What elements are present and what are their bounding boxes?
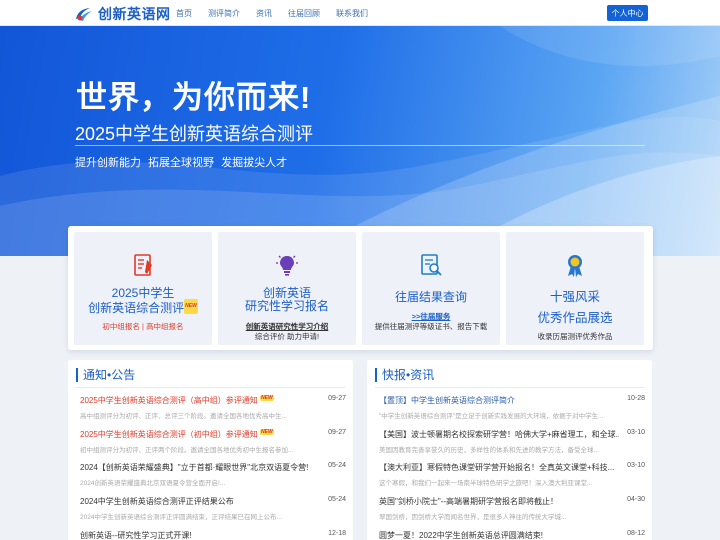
news-title: 2025中学生创新英语综合测评（初中组）参评通知 NEW [80, 429, 274, 439]
panel-divider [375, 387, 644, 388]
panel-divider [76, 387, 345, 388]
new-badge: NEW [184, 299, 198, 314]
card-top-ten[interactable]: 十强风采 优秀作品展选 收录历届测评优秀作品 [506, 232, 644, 345]
news-title: 圆梦一夏！2022中学生创新英语总评圆满结束! [379, 531, 544, 540]
news-date: 08-12 [627, 530, 645, 537]
news-date: 05-24 [328, 496, 346, 503]
news-date: 10-28 [627, 395, 645, 402]
nav-intro[interactable]: 测评简介 [208, 8, 240, 19]
card-2025-test[interactable]: 2025中学生 创新英语综合测评NEW 初中组报名 | 高中组报名 [74, 232, 212, 345]
news-date: 09-27 [328, 395, 346, 402]
top-header: 创新英语网 首页 测评简介 资讯 往届回顾 联系我们 个人中心 [0, 0, 720, 26]
news-title: 【美国】波士顿暑期名校探索研学营！哈佛大学+麻省理工，和全球... [379, 430, 619, 439]
certificate-icon [130, 252, 156, 278]
list-item[interactable]: 创新英语--研究性学习正式开课! 12-18 [80, 530, 346, 540]
medal-icon [562, 252, 588, 278]
lightbulb-icon [274, 252, 300, 278]
news-date: 05-24 [328, 462, 346, 469]
news-summary: 2024中学生创新英语综合测评正评圆满结束，正评结果已在网上公布... [80, 514, 282, 521]
news-title: 2025中学生创新英语综合测评（高中组）参评通知 NEW [80, 395, 274, 405]
nav-review[interactable]: 往届回顾 [288, 8, 320, 19]
hero-banner: 世界，为你而来! 2025中学生创新英语综合测评 提升创新能力 拓展全球视野 发… [0, 26, 720, 256]
list-item[interactable]: 【美国】波士顿暑期名校探索研学营！哈佛大学+麻省理工，和全球... 03-10 … [379, 429, 645, 454]
news-date: 03-10 [627, 429, 645, 436]
banner-subtitle: 2025中学生创新英语综合测评 [75, 124, 314, 144]
link-separator: | [142, 322, 144, 331]
list-item[interactable]: 2025中学生创新英语综合测评（高中组）参评通知 NEW 09-27 高中组测评… [80, 395, 346, 420]
news-title: 【置顶】中学生创新英语综合测评简介 [379, 396, 515, 405]
nav-contact[interactable]: 联系我们 [336, 8, 368, 19]
news-title: 【澳大利亚】寒假特色课堂研学营开始报名！全真英文课堂+科技... [379, 463, 615, 472]
card-title-line2: 研究性学习报名 [244, 299, 329, 313]
new-badge: NEW [260, 429, 274, 436]
news-title: 2024【创新英语荣耀盛典】"立于首都·耀眼世界"北京双语夏令营! [80, 463, 309, 472]
user-center-button[interactable]: 个人中心 [607, 5, 648, 21]
news-summary: 美国因教育完善享誉久的历史，多样性的体系和先进的教学方法，备受全球... [379, 447, 599, 454]
site-logo[interactable]: 创新英语网 [74, 4, 171, 24]
card-title-line1: 十强风采 [549, 290, 600, 304]
notice-panel: 通知•公告 2025中学生创新英语综合测评（高中组）参评通知 NEW 09-27… [68, 360, 353, 540]
news-summary: 2024创新英语荣耀盛典北京双语夏令营全面开启!... [80, 480, 226, 487]
card-desc: 收录历届测评优秀作品 [537, 332, 613, 341]
banner-tagline: 提升创新能力 拓展全球视野 发掘拔尖人才 [75, 157, 288, 169]
card-past-results[interactable]: 往届结果查询 >>往届服务 提供往届测评等级证书、报告下载 [362, 232, 500, 345]
news-summary: 初中组测评分为初评、正评两个阶段。邀请全国各地优秀初中生报名参加... [80, 447, 294, 454]
news-date: 04-30 [627, 496, 645, 503]
news-date: 03-10 [627, 462, 645, 469]
nav-news[interactable]: 资讯 [256, 8, 272, 19]
news-summary: 高中组测评分为初评、正评、总评三个阶段。邀请全国各地优秀高中生... [80, 413, 287, 420]
news-date: 12-18 [328, 530, 346, 537]
card-desc: 综合评价 助力申请! [254, 332, 320, 341]
list-item[interactable]: 英国"剑桥小院士"--高端暑期研学营报名即将截止！ 04-30 翠国剑桥，因剑桥… [379, 496, 645, 521]
nav-home[interactable]: 首页 [176, 8, 192, 19]
card-desc: 提供往届测评等级证书、报告下载 [374, 322, 488, 331]
senior-signup-link[interactable]: 高中组报名 [146, 322, 184, 331]
list-item[interactable]: 2024中学生创新英语综合测评正评结果公布 05-24 2024中学生创新英语综… [80, 496, 346, 521]
list-item[interactable]: 2025中学生创新英语综合测评（初中组）参评通知 NEW 09-27 初中组测评… [80, 429, 346, 454]
list-item[interactable]: 2024【创新英语荣耀盛典】"立于首都·耀眼世界"北京双语夏令营! 05-24 … [80, 462, 346, 487]
news-date: 09-27 [328, 429, 346, 436]
news-panel-title: 快报•资讯 [375, 368, 434, 382]
list-item[interactable]: 【置顶】中学生创新英语综合测评简介 10-28 "中学生创新英语综合测评"是立足… [379, 395, 645, 420]
news-title: 创新英语--研究性学习正式开课! [80, 531, 192, 540]
news-summary: 这个寒假，和我们一起来一场南半球特色研学之旅吧！深入澳大利亚课堂... [379, 480, 593, 487]
card-title-line1: 往届结果查询 [394, 290, 467, 304]
notice-panel-title: 通知•公告 [76, 368, 135, 382]
logo-swoosh-icon [74, 5, 94, 23]
card-title-line2: 优秀作品展选 [537, 311, 613, 325]
document-search-icon [418, 252, 444, 278]
new-badge: NEW [260, 395, 274, 402]
card-research-learning[interactable]: 创新英语 研究性学习报名 创新英语研究性学习介绍 综合评价 助力申请! [218, 232, 356, 345]
card-title-line2: 创新英语综合测评NEW [88, 299, 198, 315]
list-item[interactable]: 圆梦一夏！2022中学生创新英语总评圆满结束! 08-12 [379, 530, 645, 540]
card-links: 初中组报名 | 高中组报名 [74, 321, 212, 332]
main-nav: 首页 测评简介 资讯 往届回顾 联系我们 [168, 0, 376, 26]
banner-divider [75, 145, 645, 146]
banner-title: 世界，为你而来! [76, 80, 312, 115]
news-summary: "中学生创新英语综合测评"是立足于创新实践发展的大环境，依据于对中学生... [379, 413, 604, 420]
junior-signup-link[interactable]: 初中组报名 [102, 322, 140, 331]
news-summary: 翠国剑桥，因剑桥大学而闻名世界，是很多人神往的传统大学城... [379, 514, 567, 521]
news-panel: 快报•资讯 【置顶】中学生创新英语综合测评简介 10-28 "中学生创新英语综合… [367, 360, 652, 540]
news-title: 2024中学生创新英语综合测评正评结果公布 [80, 497, 234, 506]
list-item[interactable]: 【澳大利亚】寒假特色课堂研学营开始报名！全真英文课堂+科技... 03-10 这… [379, 462, 645, 487]
logo-text: 创新英语网 [98, 6, 171, 22]
feature-cards: 2025中学生 创新英语综合测评NEW 初中组报名 | 高中组报名 创新英语 研… [68, 226, 653, 350]
news-title: 英国"剑桥小院士"--高端暑期研学营报名即将截止！ [379, 497, 559, 506]
